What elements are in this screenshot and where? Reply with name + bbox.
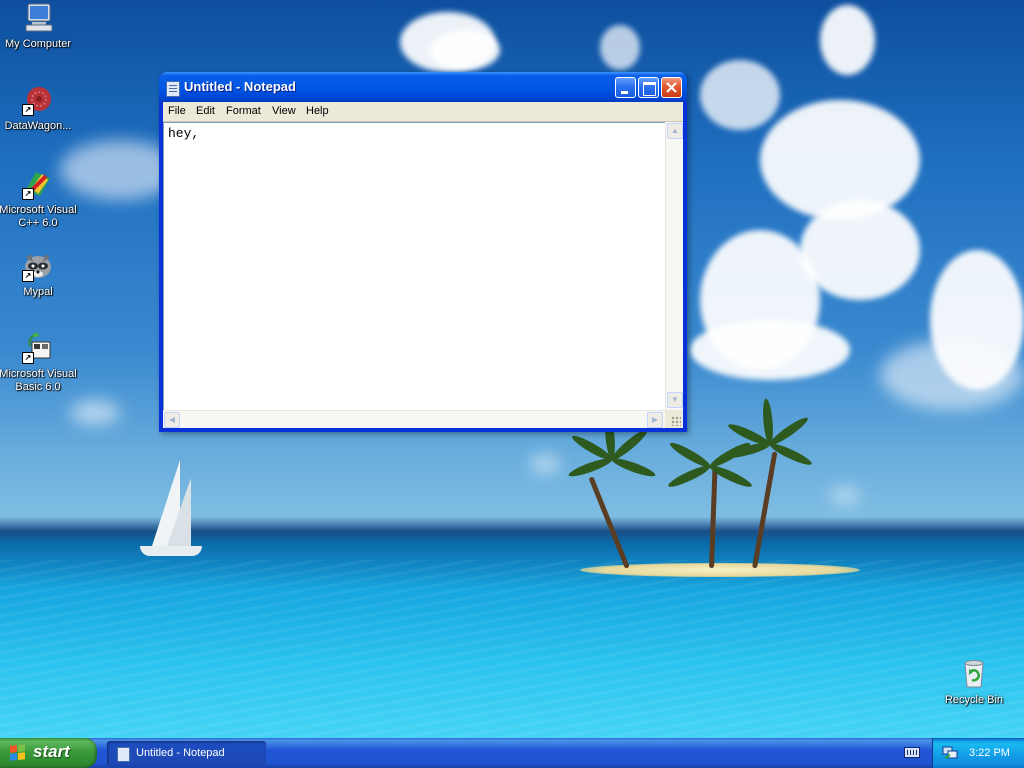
menu-bar: File Edit Format View Help [163,102,683,122]
windows-logo-icon [10,744,26,762]
scroll-down-button[interactable]: ▼ [667,392,683,408]
wallpaper-cloud [70,400,120,425]
minimize-button[interactable] [615,77,636,98]
menu-format[interactable]: Format [226,105,261,117]
taskbar: start Untitled - Notepad 3:22 PM [0,738,1024,768]
close-icon [666,82,677,93]
window-title: Untitled - Notepad [184,79,296,94]
clock: 3:22 PM [969,747,1010,759]
desktop-icon-mypal[interactable]: ↗ Mypal [0,250,78,299]
notepad-window[interactable]: Untitled - Notepad File Edit Format View… [159,72,687,432]
menu-help[interactable]: Help [306,105,329,117]
notepad-icon [166,81,180,97]
system-tray: 3:22 PM [932,738,1024,768]
keyboard-layout-icon[interactable] [904,747,920,758]
maximize-button[interactable] [638,77,659,98]
island-sand [580,563,860,577]
shortcut-arrow-icon: ↗ [22,352,34,364]
shortcut-arrow-icon: ↗ [22,188,34,200]
network-icon[interactable] [942,746,958,760]
wallpaper-cloud [700,60,780,130]
close-button[interactable] [661,77,682,98]
desktop-icon-visual-basic[interactable]: ↗ Microsoft Visual Basic 6.0 [0,332,78,394]
my-computer-icon [22,2,54,34]
palm-trunk [752,451,778,569]
desktop-icon-label: DataWagon... [4,120,72,132]
notepad-icon [117,747,130,762]
palm-leaf [610,455,657,480]
menu-file[interactable]: File [168,105,186,117]
wallpaper-cloud [430,30,500,70]
palm-leaf [666,462,712,491]
palm-leaf [567,455,614,480]
desktop-icon-visual-cpp[interactable]: ↗ Microsoft Visual C++ 6.0 [0,168,78,230]
minimize-icon [621,91,628,94]
visual-cpp-icon: ↗ [22,168,54,200]
wallpaper-cloud [880,340,1024,410]
wallpaper-cloud [820,5,875,75]
wallpaper-cloud [830,488,860,503]
maximize-icon [643,82,656,96]
desktop-icon-label: My Computer [4,38,72,50]
recycle-bin-icon [958,658,990,690]
datawagon-icon: ↗ [22,84,54,116]
wallpaper-cloud [600,25,640,70]
wallpaper-cloud [690,320,850,380]
vertical-scrollbar[interactable]: ▲ ▼ [665,122,683,410]
window-titlebar[interactable]: Untitled - Notepad [159,72,687,102]
sea-texture [0,560,1024,738]
sailboat-hull [140,546,202,556]
desktop-icon-label: Microsoft Visual C++ 6.0 [0,204,77,229]
resize-grip[interactable] [665,410,683,428]
wallpaper-cloud [530,455,560,473]
start-label: start [33,742,70,761]
menu-edit[interactable]: Edit [196,105,215,117]
horizontal-scrollbar[interactable]: ◀ ▶ [163,410,665,428]
start-button[interactable]: start [0,738,97,768]
desktop-icon-recycle-bin[interactable]: Recycle Bin [934,658,1014,707]
desktop-icon-my-computer[interactable]: My Computer [0,2,78,51]
desktop-icon-datawagon[interactable]: ↗ DataWagon... [0,84,78,133]
scroll-left-button[interactable]: ◀ [164,412,180,428]
window-client-area: File Edit Format View Help hey, ▲ ▼ ◀ ▶ [163,102,683,428]
scroll-up-button[interactable]: ▲ [667,123,683,139]
desktop-icon-label: Mypal [23,286,53,298]
shortcut-arrow-icon: ↗ [22,104,34,116]
sailboat-sail [167,478,191,546]
menu-view[interactable]: View [272,105,296,117]
text-editor[interactable]: hey, [163,122,665,410]
desktop-icon-label: Microsoft Visual Basic 6.0 [0,368,77,393]
mypal-raccoon-icon: ↗ [22,250,54,282]
visual-basic-icon: ↗ [22,332,54,364]
palm-trunk [709,464,718,569]
taskbar-button-label: Untitled - Notepad [136,747,225,759]
shortcut-arrow-icon: ↗ [22,270,34,282]
desktop-icon-label: Recycle Bin [944,694,1004,706]
scroll-right-button[interactable]: ▶ [647,412,663,428]
palm-trunk [588,476,630,569]
taskbar-button-notepad[interactable]: Untitled - Notepad [107,741,266,766]
